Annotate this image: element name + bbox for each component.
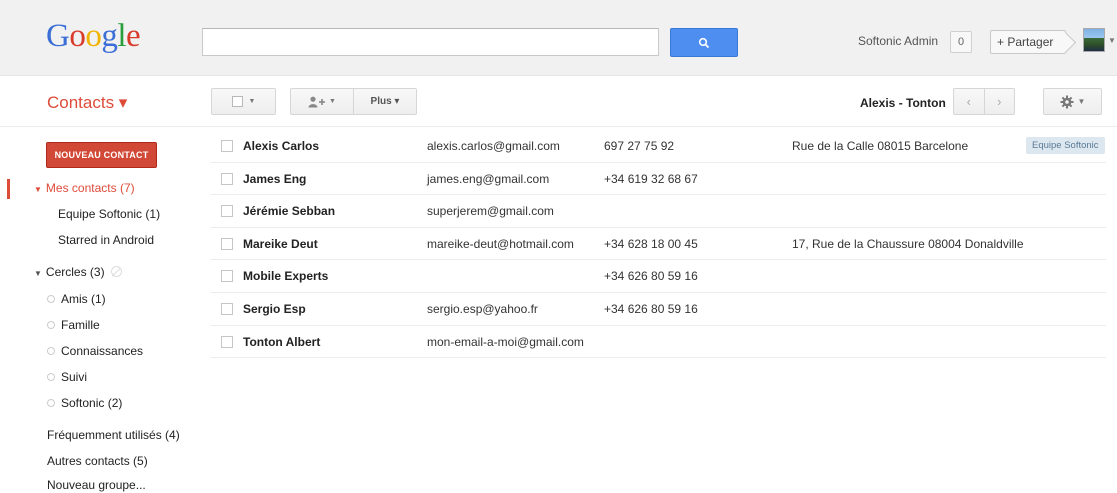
contact-email[interactable]: superjerem@gmail.com xyxy=(427,204,554,218)
table-row[interactable]: Tonton Albert mon-email-a-moi@gmail.com xyxy=(211,326,1106,359)
contact-email[interactable]: mareike-deut@hotmail.com xyxy=(427,237,574,251)
table-row[interactable]: Jérémie Sebban superjerem@gmail.com xyxy=(211,195,1106,228)
contact-phone: 697 27 75 92 xyxy=(604,139,675,153)
sidebar-item-circle[interactable]: Softonic (2) xyxy=(47,396,122,410)
new-contact-button[interactable]: NOUVEAU CONTACT xyxy=(46,142,157,168)
account-name[interactable]: Softonic Admin xyxy=(858,34,938,48)
sidebar-item-circles[interactable]: ▼ Cercles (3) xyxy=(34,265,122,279)
app-title-menu[interactable]: Contacts ▾ xyxy=(47,93,127,113)
row-checkbox[interactable] xyxy=(221,270,233,283)
sidebar-item-circle[interactable]: Amis (1) xyxy=(47,292,106,306)
header-divider xyxy=(0,126,1117,127)
table-row[interactable]: Sergio Esp sergio.esp@yahoo.fr +34 626 8… xyxy=(211,293,1106,326)
top-bar: Google Softonic Admin 0 + Partager ▼ xyxy=(0,0,1117,76)
circle-icon xyxy=(47,321,55,329)
row-checkbox[interactable] xyxy=(221,172,233,185)
row-checkbox[interactable] xyxy=(221,140,233,152)
select-checkbox-menu[interactable]: ▼ xyxy=(211,88,276,115)
row-checkbox[interactable] xyxy=(221,205,233,218)
circle-icon xyxy=(47,399,55,407)
table-row[interactable]: Mareike Deut mareike-deut@hotmail.com +3… xyxy=(211,228,1106,261)
hidden-eye-icon xyxy=(110,266,122,277)
contact-address: Rue de la Calle 08015 Barcelone xyxy=(792,139,969,153)
contact-email[interactable]: alexis.carlos@gmail.com xyxy=(427,139,560,153)
sidebar-item-other-contacts[interactable]: Autres contacts (5) xyxy=(47,454,148,468)
contact-phone: +34 626 80 59 16 xyxy=(604,301,698,316)
current-range-label: Alexis - Tonton xyxy=(860,96,946,110)
contact-email[interactable]: mon-email-a-moi@gmail.com xyxy=(427,335,584,349)
row-checkbox[interactable] xyxy=(221,302,233,315)
circle-icon xyxy=(47,347,55,355)
contact-name[interactable]: Alexis Carlos xyxy=(243,139,319,153)
sidebar-item-frequent[interactable]: Fréquemment utilisés (4) xyxy=(47,428,180,442)
table-row[interactable]: James Eng james.eng@gmail.com +34 619 32… xyxy=(211,163,1106,196)
sidebar-item-new-group[interactable]: Nouveau groupe... xyxy=(47,478,146,492)
contact-phone: +34 619 32 68 67 xyxy=(604,171,698,186)
circle-icon xyxy=(47,295,55,303)
google-logo[interactable]: Google xyxy=(46,20,141,53)
contact-name[interactable]: James Eng xyxy=(243,172,306,186)
avatar[interactable] xyxy=(1083,28,1105,52)
contact-phone: +34 626 80 59 16 xyxy=(604,269,698,284)
add-person-icon xyxy=(308,96,326,107)
sidebar-item-circle[interactable]: Connaissances xyxy=(47,344,143,358)
contact-address: 17, Rue de la Chaussure 08004 Donaldvill… xyxy=(792,236,1024,251)
sidebar-item-circle[interactable]: Suivi xyxy=(47,370,87,384)
notifications-count[interactable]: 0 xyxy=(950,31,972,53)
contact-name[interactable]: Mobile Experts xyxy=(243,269,328,283)
chevron-down-icon: ▼ xyxy=(248,98,256,105)
circle-icon xyxy=(47,373,55,381)
group-label-badge[interactable]: Equipe Softonic xyxy=(1026,137,1105,154)
contact-name[interactable]: Tonton Albert xyxy=(243,335,320,349)
checkbox-icon xyxy=(231,96,243,107)
chevron-down-icon[interactable]: ▼ xyxy=(1108,36,1116,45)
share-button[interactable]: + Partager xyxy=(990,30,1066,54)
expand-triangle-icon[interactable]: ▼ xyxy=(34,269,42,278)
row-checkbox[interactable] xyxy=(221,237,233,250)
row-checkbox[interactable] xyxy=(221,335,233,348)
sidebar-item-circle[interactable]: Famille xyxy=(47,318,100,332)
chevron-down-icon: ▼ xyxy=(1077,97,1086,106)
more-button[interactable]: Plus ▾ xyxy=(353,88,417,115)
active-indicator xyxy=(7,179,10,199)
chevron-down-icon: ▼ xyxy=(329,98,336,105)
search-icon xyxy=(698,37,710,48)
contact-name[interactable]: Sergio Esp xyxy=(243,302,306,316)
contact-email[interactable]: sergio.esp@yahoo.fr xyxy=(427,302,538,316)
sidebar-item-group[interactable]: Starred in Android xyxy=(58,233,154,247)
expand-triangle-icon[interactable]: ▼ xyxy=(34,185,42,194)
contact-phone: +34 628 18 00 45 xyxy=(604,236,698,251)
sidebar-item-my-contacts[interactable]: ▼ Mes contacts (7) xyxy=(34,181,135,195)
search-button[interactable] xyxy=(670,28,738,57)
next-icon[interactable]: › xyxy=(984,88,1015,115)
pager: ‹ › xyxy=(953,88,1015,115)
contact-name[interactable]: Jérémie Sebban xyxy=(243,204,335,218)
settings-button[interactable]: ▼ xyxy=(1043,88,1102,115)
table-row[interactable]: Alexis Carlos alexis.carlos@gmail.com 69… xyxy=(211,130,1106,163)
gear-icon xyxy=(1060,95,1074,108)
sidebar-item-group[interactable]: Equipe Softonic (1) xyxy=(58,207,160,221)
contacts-table: Alexis Carlos alexis.carlos@gmail.com 69… xyxy=(211,130,1106,359)
previous-icon[interactable]: ‹ xyxy=(953,88,985,115)
add-to-circle-button[interactable]: ▼ xyxy=(290,88,354,115)
contact-name[interactable]: Mareike Deut xyxy=(243,237,318,251)
contact-email[interactable]: james.eng@gmail.com xyxy=(427,172,549,186)
search-input[interactable] xyxy=(202,28,659,56)
table-row[interactable]: Mobile Experts +34 626 80 59 16 xyxy=(211,260,1106,293)
